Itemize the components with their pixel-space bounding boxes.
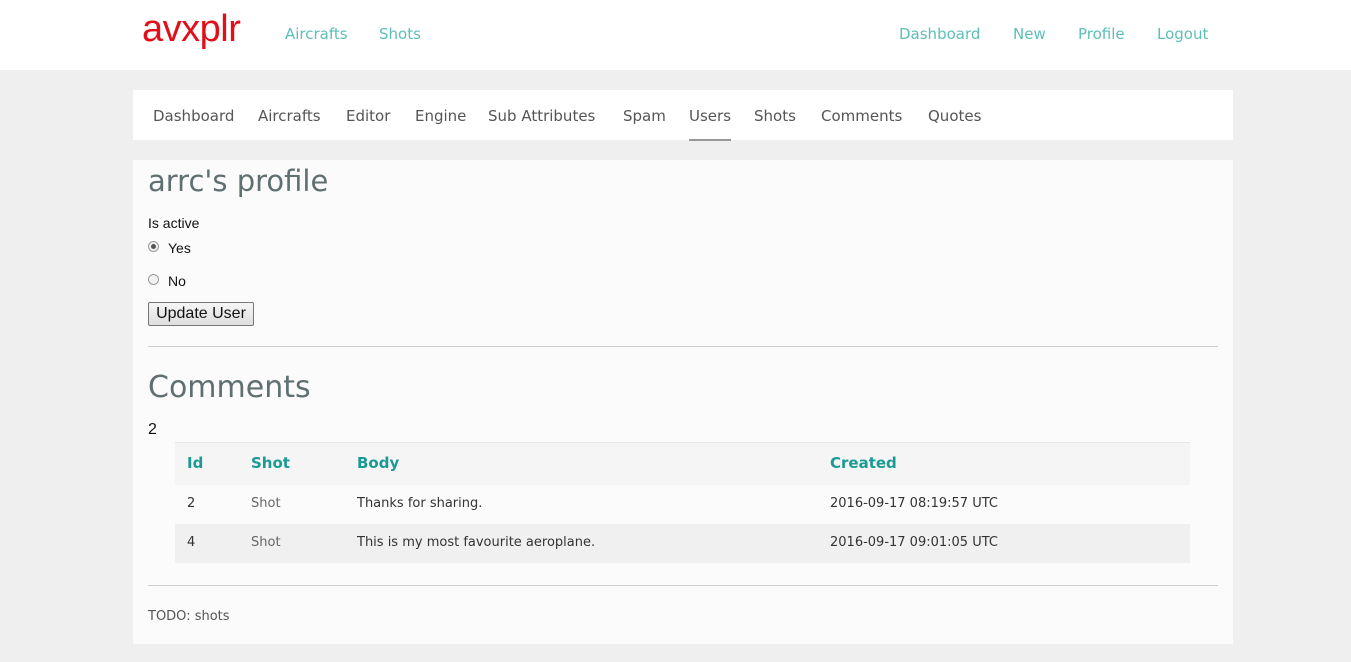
cell-body: Thanks for sharing. (357, 496, 483, 511)
cell-id: 2 (187, 496, 196, 511)
update-user-button[interactable]: Update User (148, 302, 254, 326)
is-active-label: Is active (148, 215, 200, 231)
subnav-item-dashboard[interactable]: Dashboard (153, 107, 234, 125)
cell-shot-link[interactable]: Shot (251, 535, 281, 550)
cell-created: 2016-09-17 08:19:57 UTC (830, 496, 998, 511)
radio-no-label[interactable]: No (168, 273, 186, 289)
nav-link-profile[interactable]: Profile (1078, 25, 1125, 43)
comments-table: Id Shot Body Created 2 Shot Thanks for s… (175, 442, 1190, 563)
column-header-created: Created (830, 454, 897, 472)
nav-link-new[interactable]: New (1013, 25, 1046, 43)
table-row: 2 Shot Thanks for sharing. 2016-09-17 08… (175, 485, 1190, 524)
column-header-id: Id (187, 454, 204, 472)
todo-note: TODO: shots (148, 609, 230, 624)
comments-heading: Comments (148, 370, 311, 405)
cell-id: 4 (187, 535, 196, 550)
subnav-item-engine[interactable]: Engine (415, 107, 466, 125)
column-header-body: Body (357, 454, 400, 472)
divider (148, 346, 1218, 347)
nav-link-shots[interactable]: Shots (379, 25, 421, 43)
subnav-item-sub-attributes[interactable]: Sub Attributes (488, 107, 595, 125)
divider (148, 585, 1218, 586)
subnav-item-users[interactable]: Users (689, 107, 732, 141)
table-header: Id Shot Body Created (175, 442, 1190, 485)
cell-body: This is my most favourite aeroplane. (357, 535, 596, 550)
subnav-item-quotes[interactable]: Quotes (928, 107, 981, 125)
nav-link-aircrafts[interactable]: Aircrafts (285, 25, 348, 43)
nav-link-logout[interactable]: Logout (1157, 25, 1208, 43)
radio-yes-label[interactable]: Yes (168, 240, 191, 256)
top-navbar: avxplr Aircrafts Shots Dashboard New Pro… (0, 0, 1351, 70)
comments-count: 2 (148, 421, 157, 438)
page-title: arrc's profile (148, 164, 329, 198)
subnav-item-aircrafts[interactable]: Aircrafts (258, 107, 321, 125)
subnav-item-comments[interactable]: Comments (821, 107, 902, 125)
profile-panel: arrc's profile Is active Yes No Update U… (133, 160, 1233, 644)
subnav-item-editor[interactable]: Editor (346, 107, 390, 125)
subnav-item-shots[interactable]: Shots (754, 107, 796, 125)
cell-shot-link[interactable]: Shot (251, 496, 281, 511)
nav-link-dashboard[interactable]: Dashboard (899, 25, 980, 43)
cell-created: 2016-09-17 09:01:05 UTC (830, 535, 998, 550)
brand-logo[interactable]: avxplr (142, 8, 241, 51)
admin-subnav: Dashboard Aircrafts Editor Engine Sub At… (133, 90, 1233, 141)
table-row: 4 Shot This is my most favourite aeropla… (175, 524, 1190, 563)
radio-no[interactable] (148, 274, 159, 285)
column-header-shot: Shot (251, 454, 290, 472)
radio-yes[interactable] (148, 241, 159, 252)
subnav-item-spam[interactable]: Spam (623, 107, 666, 125)
